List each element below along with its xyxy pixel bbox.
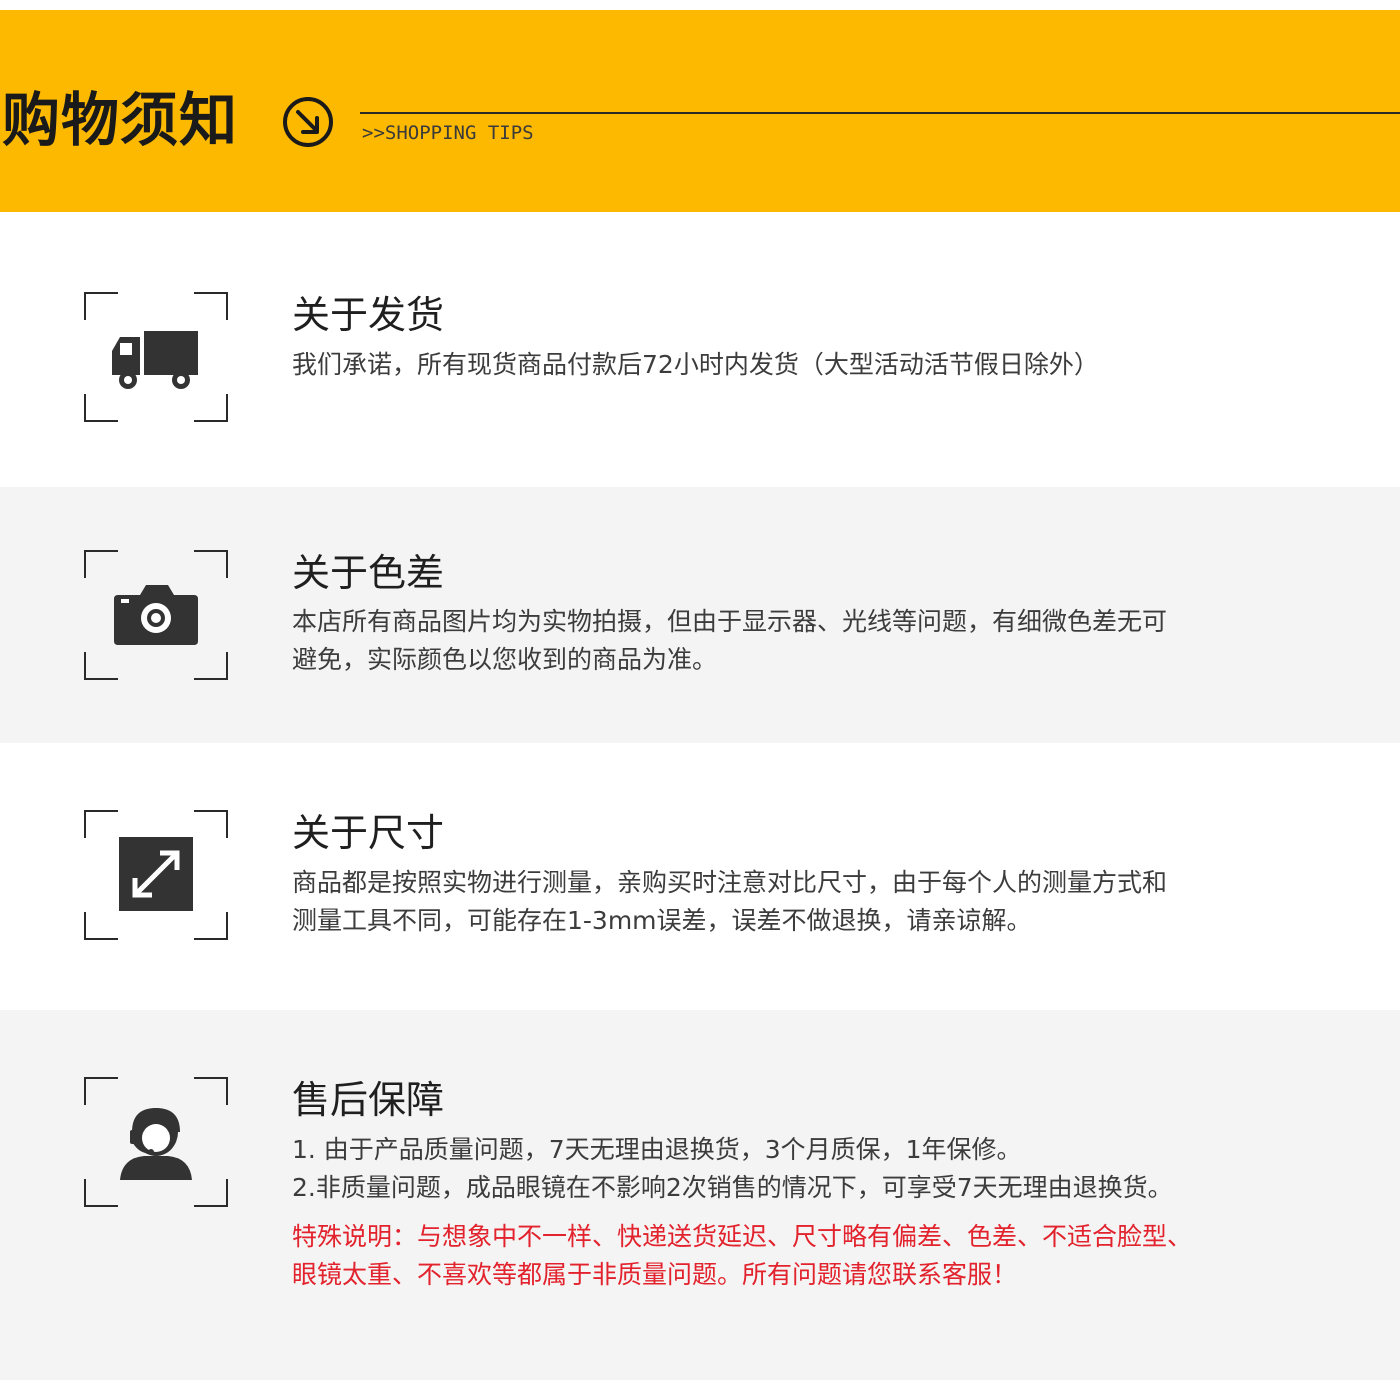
section-size: 关于尺寸 商品都是按照实物进行测量，亲购买时注意对比尺寸，由于每个人的测量方式和… [0,743,1400,1010]
header-divider [360,112,1400,114]
section-shipping: 关于发货 我们承诺，所有现货商品付款后72小时内发货（大型活动活节假日除外） [0,212,1400,487]
section-title: 关于发货 [292,293,445,337]
section-title: 关于尺寸 [292,811,445,855]
text-line: 本店所有商品图片均为实物拍摄，但由于显示器、光线等问题，有细微色差无可 [292,607,1168,636]
section-text: 我们承诺，所有现货商品付款后72小时内发货（大型活动活节假日除外） [292,346,1392,384]
section-text: 本店所有商品图片均为实物拍摄，但由于显示器、光线等问题，有细微色差无可 避免，实… [292,603,1392,679]
icon-frame [84,292,228,422]
section-after-sales: 售后保障 1. 由于产品质量问题，7天无理由退换货，3个月质保，1年保修。 2.… [0,1010,1400,1380]
section-title: 售后保障 [292,1078,445,1122]
section-title: 关于色差 [292,551,445,595]
text-line: 1. 由于产品质量问题，7天无理由退换货，3个月质保，1年保修。 [292,1135,1022,1164]
header-subtitle: >>SHOPPING TIPS [362,122,534,144]
icon-frame [84,1077,228,1207]
camera-icon [114,585,198,645]
special-line: 眼镜太重、不喜欢等都属于非质量问题。所有问题请您联系客服！ [292,1260,1018,1289]
shopping-tips-page: 购物须知 >>SHOPPING TIPS 关于发货 我们承诺，所有现货商品付款后… [0,0,1400,1400]
text-line: 测量工具不同，可能存在1-3mm误差，误差不做退换，请亲谅解。 [292,906,1032,935]
section-text: 1. 由于产品质量问题，7天无理由退换货，3个月质保，1年保修。 2.非质量问题… [292,1131,1392,1207]
resize-arrows-icon [119,837,193,911]
header-banner: 购物须知 >>SHOPPING TIPS [0,10,1400,212]
text-line: 避免，实际颜色以您收到的商品为准。 [292,645,718,674]
section-color-difference: 关于色差 本店所有商品图片均为实物拍摄，但由于显示器、光线等问题，有细微色差无可… [0,487,1400,743]
special-notice: 特殊说明：与想象中不一样、快递送货延迟、尺寸略有偏差、色差、不适合脸型、 眼镜太… [292,1218,1392,1294]
truck-icon [112,331,198,389]
customer-service-icon [120,1107,192,1180]
text-line: 2.非质量问题，成品眼镜在不影响2次销售的情况下，可享受7天无理由退换货。 [292,1173,1173,1202]
icon-frame [84,550,228,680]
header-title: 购物须知 [2,86,239,154]
circle-arrow-down-right-icon [283,97,333,147]
icon-frame [84,810,228,940]
text-line: 商品都是按照实物进行测量，亲购买时注意对比尺寸，由于每个人的测量方式和 [292,868,1168,897]
text-line: 我们承诺，所有现货商品付款后72小时内发货（大型活动活节假日除外） [292,350,1099,379]
section-text: 商品都是按照实物进行测量，亲购买时注意对比尺寸，由于每个人的测量方式和 测量工具… [292,864,1392,940]
special-line: 特殊说明：与想象中不一样、快递送货延迟、尺寸略有偏差、色差、不适合脸型、 [292,1222,1193,1251]
